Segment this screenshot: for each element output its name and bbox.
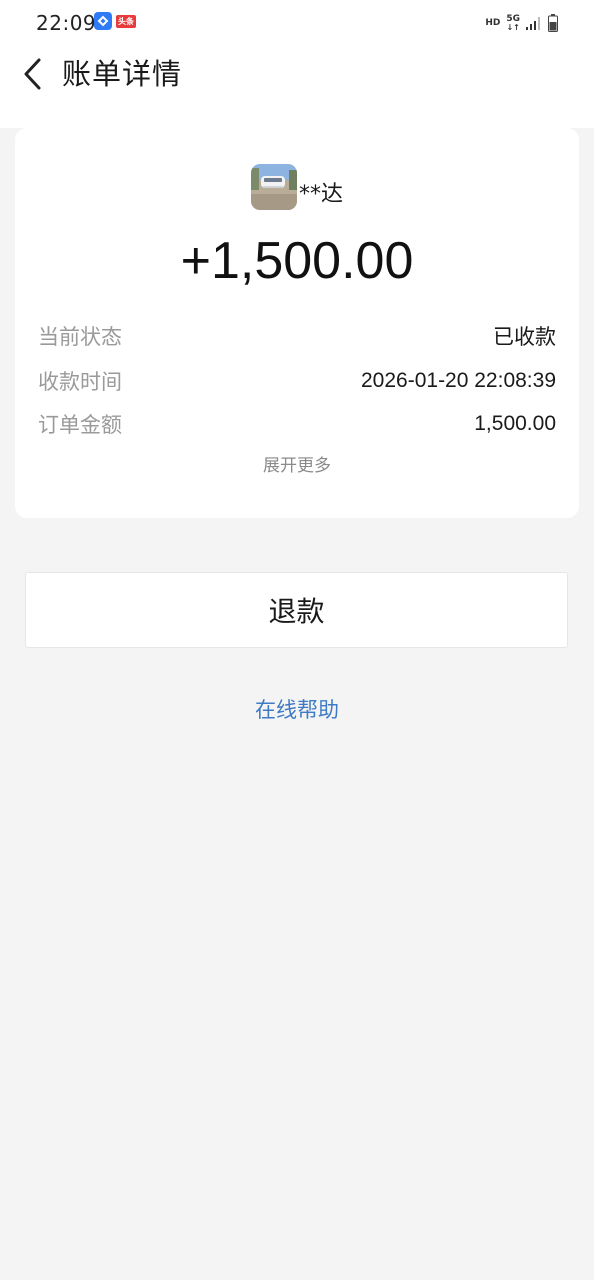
payer-name: **达 — [298, 182, 343, 207]
chevron-left-icon — [24, 58, 41, 90]
hd-indicator: HD — [485, 18, 501, 28]
detail-value: 已收款 — [493, 326, 556, 349]
detail-row-status: 当前状态 已收款 — [38, 320, 556, 352]
battery-icon — [548, 14, 558, 32]
refund-button[interactable]: 退款 — [25, 572, 568, 648]
header: 账单详情 — [0, 44, 594, 128]
status-indicators: HD 5G ↓↑ — [485, 12, 558, 34]
expand-more-link[interactable]: 展开更多 — [15, 451, 579, 476]
online-help-link[interactable]: 在线帮助 — [0, 694, 594, 724]
page-title: 账单详情 — [62, 57, 183, 91]
payer-avatar — [250, 164, 297, 210]
status-time: 22:09 — [36, 11, 97, 35]
detail-row-time: 收款时间 2026-01-20 22:08:39 — [38, 365, 556, 397]
bill-detail-screen: 22:09 头条 HD 5G ↓↑ 账单详情 **达 +1,500.00 当前状… — [0, 0, 594, 1280]
detail-label: 收款时间 — [38, 370, 122, 394]
bill-card: **达 +1,500.00 当前状态 已收款 收款时间 2026-01-20 2… — [15, 128, 579, 518]
detail-value: 2026-01-20 22:08:39 — [361, 369, 556, 392]
network-indicator: 5G ↓↑ — [506, 14, 520, 32]
detail-label: 当前状态 — [38, 325, 122, 349]
detail-row-order-amount: 订单金额 1,500.00 — [38, 408, 556, 440]
network-arrows: ↓↑ — [506, 22, 520, 32]
signal-icon — [526, 17, 540, 30]
payer-row: **达 — [15, 164, 579, 210]
status-bar: 22:09 头条 HD 5G ↓↑ — [0, 0, 594, 44]
notification-app-icon — [94, 12, 112, 30]
back-button[interactable] — [14, 54, 50, 94]
toutiao-badge-icon: 头条 — [116, 15, 136, 28]
detail-value: 1,500.00 — [474, 412, 556, 435]
detail-label: 订单金额 — [38, 413, 122, 437]
amount-value: +1,500.00 — [180, 232, 414, 290]
